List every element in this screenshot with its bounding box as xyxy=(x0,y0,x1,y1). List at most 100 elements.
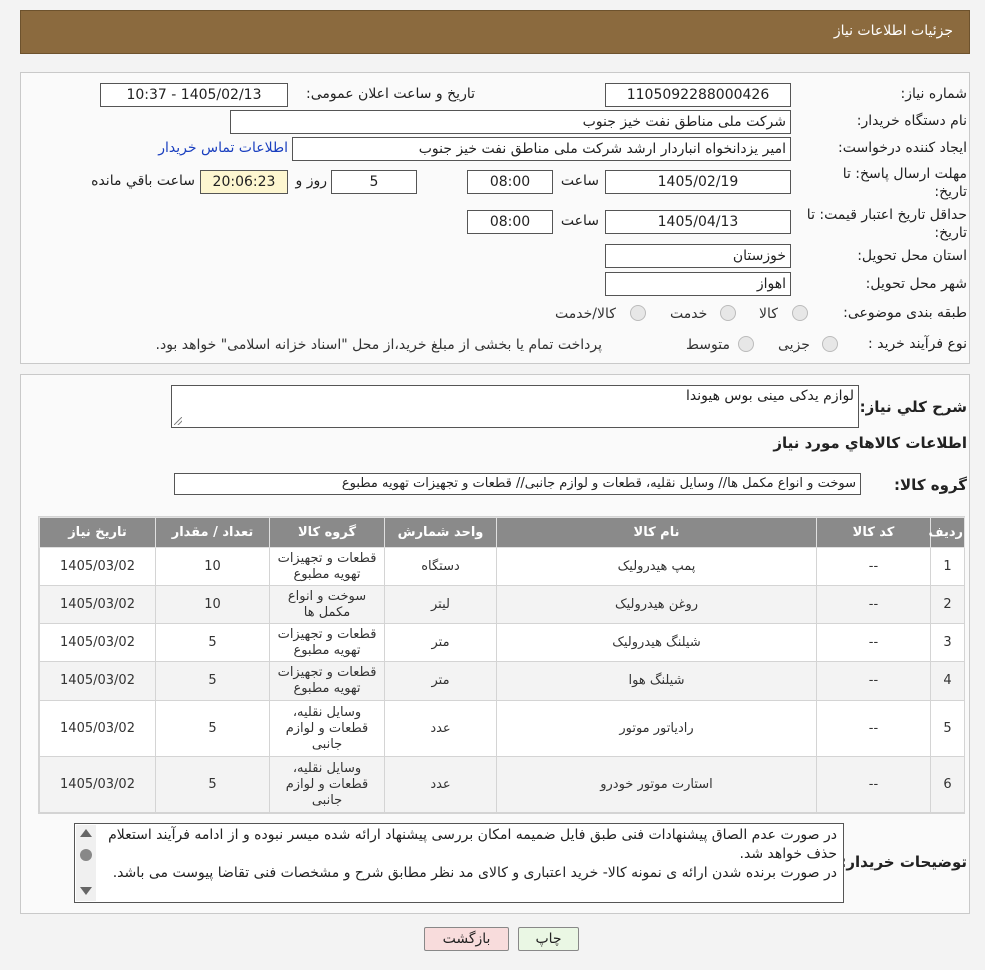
cell-quantity: 10 xyxy=(155,585,270,624)
general-description-label: شرح کلي نياز: xyxy=(859,398,967,416)
cell-quantity: 10 xyxy=(155,547,270,586)
scroll-up-arrow-icon[interactable] xyxy=(80,829,92,837)
announce-datetime-field[interactable]: 1405/02/13 - 10:37 xyxy=(100,83,288,107)
reply-deadline-time-field[interactable]: 08:00 xyxy=(467,170,553,194)
table-row: 2 -- روغن هیدرولیک لیتر سوخت و انواع مکم… xyxy=(39,585,965,624)
category-service-radio[interactable] xyxy=(720,305,736,321)
delivery-city-label: شهر محل تحویل: xyxy=(865,276,967,292)
delivery-city-field[interactable]: اهواز xyxy=(605,272,791,296)
delivery-province-field[interactable]: خوزستان xyxy=(605,244,791,268)
cell-quantity: 5 xyxy=(155,756,270,813)
cell-item-group: قطعات و تجهیزات تهویه مطبوع xyxy=(269,623,385,662)
cell-row-number: 2 xyxy=(930,585,965,624)
scroll-thumb[interactable] xyxy=(80,849,92,861)
buyer-org-field[interactable]: شرکت ملی مناطق نفت خیز جنوب xyxy=(230,110,791,134)
cell-item-name: شیلنگ هیدرولیک xyxy=(496,623,817,662)
remaining-days-label: روز و xyxy=(295,173,328,189)
col-header-item-code: کد کالا xyxy=(816,517,931,548)
price-validity-label-line2: تاریخ: xyxy=(934,225,967,241)
general-description-field[interactable]: لوازم یدکی مینی بوس هیوندا xyxy=(171,385,859,428)
delivery-province-label: استان محل تحویل: xyxy=(857,248,967,264)
col-header-item-name: نام کالا xyxy=(496,517,817,548)
price-validity-date-field[interactable]: 1405/04/13 xyxy=(605,210,791,234)
cell-need-date: 1405/03/02 xyxy=(39,547,156,586)
buyer-notes-field[interactable]: در صورت عدم الصاق پیشنهادات فنی طبق فایل… xyxy=(74,823,844,903)
table-row: 3 -- شیلنگ هیدرولیک متر قطعات و تجهیزات … xyxy=(39,623,965,662)
request-creator-label: ایجاد کننده درخواست: xyxy=(838,140,967,156)
cell-unit: عدد xyxy=(384,700,497,757)
reply-deadline-date-field[interactable]: 1405/02/19 xyxy=(605,170,791,194)
reply-deadline-label: مهلت ارسال پاسخ: تا تاریخ: xyxy=(843,165,967,201)
back-button[interactable]: بازگشت xyxy=(424,927,509,951)
price-validity-time-label: ساعت xyxy=(560,213,599,229)
price-validity-time-field[interactable]: 08:00 xyxy=(467,210,553,234)
cell-quantity: 5 xyxy=(155,623,270,662)
description-resize-handle[interactable] xyxy=(174,417,182,425)
table-row: 4 -- شیلنگ هوا متر قطعات و تجهیزات تهویه… xyxy=(39,661,965,701)
col-header-unit: واحد شمارش xyxy=(384,517,497,548)
cell-item-code: -- xyxy=(816,623,931,662)
category-goods-label: کالا xyxy=(759,306,778,322)
treasury-payment-note: پرداخت تمام یا بخشی از مبلغ خرید،از محل … xyxy=(155,337,602,353)
purchase-process-label: نوع فرآیند خرید : xyxy=(868,336,967,352)
cell-item-group: قطعات و تجهیزات تهویه مطبوع xyxy=(269,547,385,586)
items-table: ردیف کد کالا نام کالا واحد شمارش گروه کا… xyxy=(39,517,965,813)
page-header: جزئیات اطلاعات نیاز xyxy=(20,10,970,54)
cell-row-number: 6 xyxy=(930,756,965,813)
category-goods-service-label: کالا/خدمت xyxy=(555,306,616,322)
cell-item-name: پمپ هیدرولیک xyxy=(496,547,817,586)
cell-row-number: 4 xyxy=(930,661,965,701)
process-medium-label: متوسط xyxy=(686,337,730,353)
remaining-time-label: ساعت باقي مانده xyxy=(91,173,195,189)
cell-item-group: وسایل نقلیه، قطعات و لوازم جانبی xyxy=(269,700,385,757)
buyer-org-label: نام دستگاه خریدار: xyxy=(856,113,967,129)
cell-item-code: -- xyxy=(816,661,931,701)
cell-quantity: 5 xyxy=(155,700,270,757)
cell-need-date: 1405/03/02 xyxy=(39,756,156,813)
table-row: 1 -- پمپ هیدرولیک دستگاه قطعات و تجهیزات… xyxy=(39,547,965,586)
cell-item-name: رادیاتور موتور xyxy=(496,700,817,757)
cell-unit: لیتر xyxy=(384,585,497,624)
notes-scrollbar[interactable] xyxy=(76,825,96,901)
cell-need-date: 1405/03/02 xyxy=(39,700,156,757)
items-table-header-row: ردیف کد کالا نام کالا واحد شمارش گروه کا… xyxy=(39,517,965,548)
buyer-contact-link[interactable]: اطلاعات تماس خریدار xyxy=(158,140,288,156)
buyer-notes-line1: در صورت عدم الصاق پیشنهادات فنی طبق فایل… xyxy=(108,827,837,862)
cell-item-code: -- xyxy=(816,756,931,813)
subject-category-label: طبقه بندی موضوعی: xyxy=(843,305,967,321)
col-header-quantity: تعداد / مقدار xyxy=(155,517,270,548)
table-row: 6 -- استارت موتور خودرو عدد وسایل نقلیه،… xyxy=(39,756,965,813)
process-minor-label: جزیی xyxy=(778,337,810,353)
goods-group-field[interactable]: سوخت و انواع مکمل ها// وسایل نقلیه، قطعا… xyxy=(174,473,861,495)
category-goods-service-radio[interactable] xyxy=(630,305,646,321)
process-medium-radio[interactable] xyxy=(738,336,754,352)
cell-row-number: 1 xyxy=(930,547,965,586)
reply-deadline-label-line1: مهلت ارسال پاسخ: تا xyxy=(842,166,967,182)
category-goods-radio[interactable] xyxy=(792,305,808,321)
announce-datetime-label: تاریخ و ساعت اعلان عمومی: xyxy=(306,86,475,102)
remaining-days-field[interactable]: 5 xyxy=(331,170,417,194)
cell-row-number: 3 xyxy=(930,623,965,662)
cell-item-code: -- xyxy=(816,585,931,624)
cell-unit: دستگاه xyxy=(384,547,497,586)
cell-unit: متر xyxy=(384,661,497,701)
cell-need-date: 1405/03/02 xyxy=(39,661,156,701)
request-creator-field[interactable]: امیر یزدانخواه انباردار ارشد شرکت ملی من… xyxy=(292,137,791,161)
scroll-down-arrow-icon[interactable] xyxy=(80,887,92,895)
remaining-time-field: 20:06:23 xyxy=(200,170,288,194)
page-title: جزئیات اطلاعات نیاز xyxy=(833,23,953,39)
price-validity-label-line1: حداقل تاریخ اعتبار قیمت: تا xyxy=(806,207,967,223)
cell-item-name: روغن هیدرولیک xyxy=(496,585,817,624)
col-header-item-group: گروه کالا xyxy=(269,517,385,548)
price-validity-label: حداقل تاریخ اعتبار قیمت: تا تاریخ: xyxy=(807,206,967,242)
cell-item-code: -- xyxy=(816,700,931,757)
cell-unit: عدد xyxy=(384,756,497,813)
reply-deadline-label-line2: تاریخ: xyxy=(934,184,967,200)
cell-item-group: سوخت و انواع مکمل ها xyxy=(269,585,385,624)
category-service-label: خدمت xyxy=(670,306,708,322)
items-table-wrapper: ردیف کد کالا نام کالا واحد شمارش گروه کا… xyxy=(38,516,965,814)
print-button[interactable]: چاپ xyxy=(518,927,579,951)
process-minor-radio[interactable] xyxy=(822,336,838,352)
cell-need-date: 1405/03/02 xyxy=(39,623,156,662)
need-number-field[interactable]: 1105092288000426 xyxy=(605,83,791,107)
